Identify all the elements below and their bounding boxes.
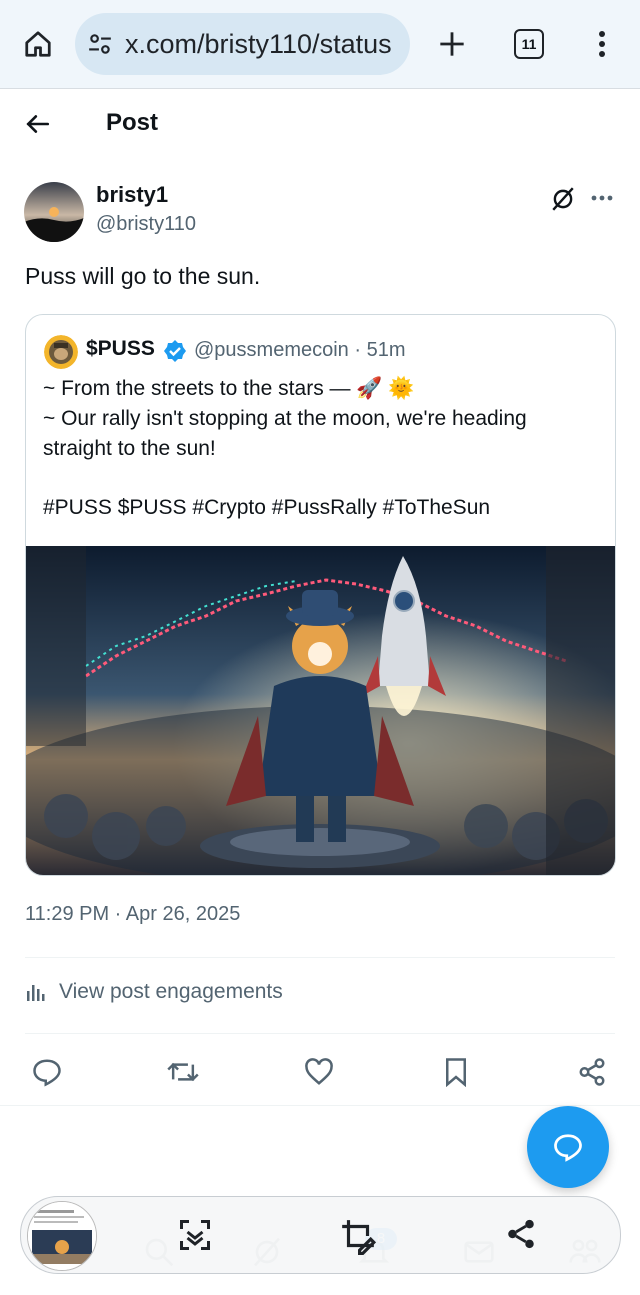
site-settings-icon[interactable]: [87, 31, 113, 57]
view-engagements-link[interactable]: View post engagements: [25, 980, 283, 1004]
divider: [25, 957, 615, 958]
post-timestamp[interactable]: 11:29 PM · Apr 26, 2025: [25, 903, 240, 926]
quote-line-2: ~ Our rally isn't stopping at the moon, …: [43, 407, 527, 430]
view-engagements-label: View post engagements: [59, 980, 283, 1003]
reply-button[interactable]: [27, 1052, 67, 1092]
share-button[interactable]: [572, 1052, 612, 1092]
rocket-emoji: 🚀: [356, 377, 383, 400]
quote-line-1: ~ From the streets to the stars — 🚀 🌞: [43, 377, 415, 400]
new-tab-icon[interactable]: [430, 22, 474, 66]
grok-icon[interactable]: [548, 184, 578, 214]
share-icon: [579, 1058, 605, 1086]
post-text: Puss will go to the sun.: [25, 263, 261, 289]
verified-badge-icon: [163, 339, 187, 368]
divider: [25, 1033, 615, 1034]
message-bubble-icon: [554, 1134, 582, 1162]
share-screenshot-icon[interactable]: [504, 1217, 538, 1256]
quote-avatar[interactable]: [44, 335, 78, 369]
more-options-icon[interactable]: [588, 184, 616, 212]
author-handle[interactable]: @bristy110: [96, 213, 196, 236]
back-arrow-icon[interactable]: [20, 106, 56, 142]
quote-hashtags[interactable]: #PUSS $PUSS #Crypto #PussRally #ToTheSun: [43, 496, 490, 520]
like-button[interactable]: [299, 1052, 339, 1092]
quote-author-name[interactable]: $PUSS: [86, 337, 155, 361]
url-text[interactable]: x.com/bristy110/status: [125, 29, 392, 60]
tab-count: 11: [514, 29, 544, 59]
avatar[interactable]: [24, 182, 84, 242]
quote-handle-time: @pussmemecoin · 51m: [194, 339, 406, 361]
bookmark-button[interactable]: [436, 1052, 476, 1092]
scan-text-icon[interactable]: [177, 1217, 213, 1258]
address-bar[interactable]: x.com/bristy110/status: [75, 13, 410, 75]
quote-media-image[interactable]: [26, 546, 615, 875]
repost-icon: [167, 1062, 199, 1082]
bookmark-icon: [446, 1058, 466, 1087]
repost-button[interactable]: [163, 1052, 203, 1092]
crop-edit-icon[interactable]: [339, 1217, 377, 1260]
screenshot-thumbnail[interactable]: [27, 1201, 97, 1271]
quote-line-3: straight to the sun!: [43, 437, 216, 460]
author-name[interactable]: bristy1: [96, 182, 168, 208]
new-message-button[interactable]: [527, 1106, 609, 1188]
page-title: Post: [106, 109, 159, 136]
more-menu-icon[interactable]: [580, 22, 624, 66]
screenshot-toolbar: [20, 1196, 621, 1274]
divider: [0, 1105, 640, 1106]
tab-switcher-button[interactable]: 11: [507, 22, 551, 66]
analytics-icon: [27, 985, 45, 1001]
reply-icon: [33, 1059, 61, 1087]
quoted-post[interactable]: $PUSS @pussmemecoin · 51m ~ From the str…: [25, 314, 616, 876]
home-icon[interactable]: [16, 22, 60, 66]
heart-icon: [305, 1058, 333, 1085]
sun-emoji: 🌞: [388, 377, 415, 400]
